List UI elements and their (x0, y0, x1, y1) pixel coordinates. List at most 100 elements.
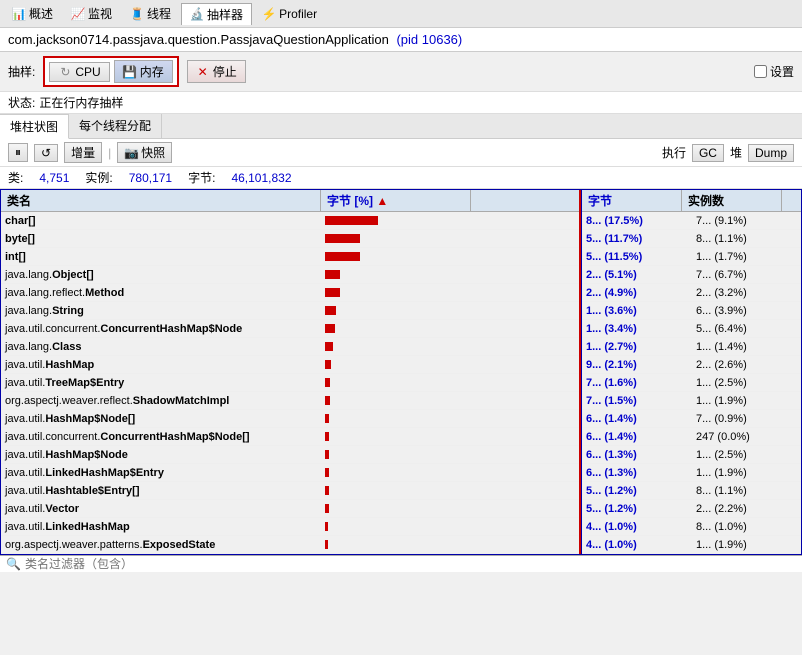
table-row[interactable]: java.lang.reflect.Method (1, 284, 579, 302)
cell-bar (321, 536, 391, 554)
class-filter-input[interactable] (25, 557, 796, 571)
cell-bar (321, 518, 391, 536)
settings-check[interactable] (754, 65, 767, 78)
table-row[interactable]: 2... (5.1%)7... (6.7%) (582, 266, 801, 284)
table-row[interactable]: org.aspectj.weaver.patterns.ExposedState (1, 536, 579, 554)
table-row[interactable]: java.util.HashMap$Node[] (1, 410, 579, 428)
cell-bytes: 5... (11.5%) (582, 248, 692, 266)
tab-profiler[interactable]: ⚡ Profiler (254, 5, 325, 23)
table-row[interactable]: java.util.concurrent.ConcurrentHashMap$N… (1, 320, 579, 338)
table-row[interactable]: 1... (3.4%)5... (6.4%) (582, 320, 801, 338)
table-row[interactable]: 1... (2.7%)1... (1.4%) (582, 338, 801, 356)
table-row[interactable]: int[] (1, 248, 579, 266)
monitor-icon: 📈 (71, 7, 85, 21)
col-header-bytes[interactable]: 字节 (582, 190, 682, 211)
settings-checkbox[interactable]: 设置 (754, 63, 794, 80)
table-row[interactable]: java.lang.Object[] (1, 266, 579, 284)
pause-button[interactable]: ⏸ (8, 143, 28, 162)
table-row[interactable]: 4... (1.0%)8... (1.0%) (582, 518, 801, 536)
stop-button[interactable]: ✕ 停止 (187, 60, 246, 83)
gc-button[interactable]: GC (692, 144, 724, 162)
col-header-name: 类名 (1, 190, 321, 211)
snapshot-button[interactable]: 📷 快照 (117, 142, 172, 163)
stop-icon: ✕ (196, 65, 210, 79)
cell-bytes: 8... (17.5%) (582, 212, 692, 230)
title-bar: com.jackson0714.passjava.question.Passja… (0, 28, 802, 52)
cell-instances: 5... (6.4%) (692, 320, 792, 338)
refresh-button[interactable]: ↺ (34, 144, 58, 162)
table-row[interactable]: 8... (17.5%)7... (9.1%) (582, 212, 801, 230)
left-section: 类名 字节 [%] ▲ char[]byte[]int[]java.lang.O… (1, 190, 581, 554)
action-right: 执行 GC 堆 Dump (662, 144, 794, 162)
app-title: com.jackson0714.passjava.question.Passja… (8, 32, 389, 47)
table-row[interactable]: byte[] (1, 230, 579, 248)
cell-name: java.lang.String (1, 302, 321, 320)
sampler-toolbar: 抽样: ↻ CPU 💾 内存 ✕ 停止 (0, 52, 802, 92)
table-row[interactable]: char[] (1, 212, 579, 230)
table-row[interactable]: 5... (1.2%)8... (1.1%) (582, 482, 801, 500)
profiler-icon: ⚡ (262, 7, 276, 21)
cell-bar (321, 428, 391, 446)
table-row[interactable]: 2... (4.9%)2... (3.2%) (582, 284, 801, 302)
table-row[interactable]: 4... (1.0%)1... (1.9%) (582, 536, 801, 554)
instance-label: 实例: (85, 169, 112, 186)
cell-name: java.lang.Class (1, 338, 321, 356)
delta-button[interactable]: 增量 (64, 142, 102, 163)
cell-bytes: 5... (11.7%) (582, 230, 692, 248)
table-row[interactable]: java.lang.String (1, 302, 579, 320)
status-bar: 状态: 正在行内存抽样 (0, 92, 802, 114)
table-row[interactable]: java.util.TreeMap$Entry (1, 374, 579, 392)
table-row[interactable]: 9... (2.1%)2... (2.6%) (582, 356, 801, 374)
table-row[interactable]: java.util.concurrent.ConcurrentHashMap$N… (1, 428, 579, 446)
table-row[interactable]: java.util.LinkedHashMap (1, 518, 579, 536)
cell-name: char[] (1, 212, 321, 230)
cell-name: java.util.HashMap (1, 356, 321, 374)
table-row[interactable]: 7... (1.6%)1... (2.5%) (582, 374, 801, 392)
table-row[interactable]: java.util.Hashtable$Entry[] (1, 482, 579, 500)
cell-bar (321, 284, 391, 302)
tab-heap-histogram[interactable]: 堆柱状图 (0, 114, 69, 139)
col-header-bar[interactable]: 字节 [%] ▲ (321, 190, 471, 211)
table-row[interactable]: 7... (1.5%)1... (1.9%) (582, 392, 801, 410)
table-row[interactable]: 1... (3.6%)6... (3.9%) (582, 302, 801, 320)
tab-bar: 📊 概述 📈 监视 🧵 线程 🔬 抽样器 ⚡ Profiler (0, 0, 802, 28)
tab-per-thread[interactable]: 每个线程分配 (69, 114, 162, 138)
table-row[interactable]: 5... (1.2%)2... (2.2%) (582, 500, 801, 518)
table-row[interactable]: 6... (1.3%)1... (1.9%) (582, 464, 801, 482)
memory-icon: 💾 (123, 65, 137, 79)
heap-label: 堆 (730, 144, 742, 161)
sampler-controls: 抽样: ↻ CPU 💾 内存 ✕ 停止 (8, 56, 246, 87)
dump-button[interactable]: Dump (748, 144, 794, 162)
cell-bytes: 4... (1.0%) (582, 536, 692, 554)
col-header-instances[interactable]: 实例数 (682, 190, 782, 211)
divider1: | (108, 146, 111, 160)
cell-bar (321, 338, 391, 356)
table-row[interactable]: java.util.HashMap$Node (1, 446, 579, 464)
table-row[interactable]: 6... (1.3%)1... (2.5%) (582, 446, 801, 464)
cell-bar (321, 482, 391, 500)
cell-name: java.util.HashMap$Node (1, 446, 321, 464)
table-row[interactable]: java.util.Vector (1, 500, 579, 518)
cell-name: int[] (1, 248, 321, 266)
cpu-button[interactable]: ↻ CPU (49, 62, 109, 82)
table-row[interactable]: 5... (11.5%)1... (1.7%) (582, 248, 801, 266)
cell-instances: 7... (6.7%) (692, 266, 792, 284)
cell-name: org.aspectj.weaver.patterns.ExposedState (1, 536, 321, 554)
tab-overview[interactable]: 📊 概述 (4, 3, 61, 24)
tab-threads[interactable]: 🧵 线程 (122, 3, 179, 24)
right-section: 字节 实例数 8... (17.5%)7... (9.1%)5... (11.7… (581, 190, 801, 554)
table-row[interactable]: 5... (11.7%)8... (1.1%) (582, 230, 801, 248)
table-row[interactable]: org.aspectj.weaver.reflect.ShadowMatchIm… (1, 392, 579, 410)
memory-button[interactable]: 💾 内存 (114, 60, 173, 83)
sort-icon: ▲ (376, 194, 388, 208)
table-row[interactable]: 6... (1.4%)247 (0.0%) (582, 428, 801, 446)
table-row[interactable]: java.util.HashMap (1, 356, 579, 374)
table-row[interactable]: java.lang.Class (1, 338, 579, 356)
cell-name: java.util.HashMap$Node[] (1, 410, 321, 428)
tab-monitor[interactable]: 📈 监视 (63, 3, 120, 24)
cell-bar (321, 410, 391, 428)
tab-sampler[interactable]: 🔬 抽样器 (181, 3, 252, 25)
cell-bytes: 6... (1.3%) (582, 446, 692, 464)
table-row[interactable]: 6... (1.4%)7... (0.9%) (582, 410, 801, 428)
table-row[interactable]: java.util.LinkedHashMap$Entry (1, 464, 579, 482)
